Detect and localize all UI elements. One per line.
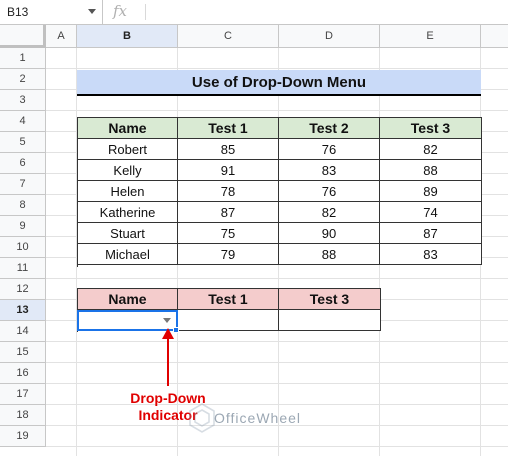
dropdown-arrow-icon[interactable] — [163, 318, 171, 323]
name-box-value: B13 — [7, 5, 29, 19]
row-header[interactable]: 5 — [0, 132, 46, 153]
row-header[interactable]: 9 — [0, 216, 46, 237]
table-cell[interactable]: Robert — [78, 139, 178, 160]
table-cell[interactable]: 88 — [380, 160, 482, 181]
table-cell[interactable]: 76 — [279, 139, 380, 160]
table-cell[interactable]: Michael — [78, 244, 178, 265]
table-cell[interactable]: 90 — [279, 223, 380, 244]
row-header[interactable]: 4 — [0, 111, 46, 132]
table-cell[interactable]: 85 — [178, 139, 279, 160]
formula-input[interactable] — [150, 0, 508, 24]
table-header-test3[interactable]: Test 3 — [380, 118, 482, 139]
table-cell[interactable]: Kelly — [78, 160, 178, 181]
fx-icon: fx — [113, 2, 128, 20]
table-cell[interactable]: Helen — [78, 181, 178, 202]
table-header-test1[interactable]: Test 1 — [178, 289, 279, 310]
table-cell[interactable]: 82 — [380, 139, 482, 160]
formula-divider — [145, 4, 146, 20]
table-cell[interactable]: 88 — [279, 244, 380, 265]
column-header-f[interactable] — [481, 25, 508, 48]
watermark: OfficeWheel — [214, 410, 301, 426]
sheet-title[interactable]: Use of Drop-Down Menu — [77, 70, 481, 96]
row-header-selected[interactable]: 13 — [0, 300, 46, 321]
table-cell[interactable]: 83 — [380, 244, 482, 265]
table-cell[interactable]: 87 — [178, 202, 279, 223]
chevron-down-icon[interactable] — [88, 9, 96, 14]
row-header[interactable]: 18 — [0, 405, 46, 426]
row-header[interactable]: 6 — [0, 153, 46, 174]
column-header-e[interactable]: E — [380, 25, 481, 48]
table-header-name[interactable]: Name — [78, 289, 178, 310]
table-cell[interactable]: 78 — [178, 181, 279, 202]
table-cell[interactable]: Katherine — [78, 202, 178, 223]
table-cell[interactable] — [178, 310, 279, 331]
row-header[interactable]: 11 — [0, 258, 46, 279]
row-header[interactable]: 3 — [0, 90, 46, 111]
row-header[interactable]: 1 — [0, 48, 46, 69]
annotation-arrow — [167, 336, 169, 386]
row-header[interactable]: 2 — [0, 69, 46, 90]
table-header-name[interactable]: Name — [78, 118, 178, 139]
row-header[interactable]: 10 — [0, 237, 46, 258]
formula-bar: B13 fx — [0, 0, 508, 25]
column-header-d[interactable]: D — [279, 25, 380, 48]
table-cell[interactable]: 83 — [279, 160, 380, 181]
select-all-corner[interactable] — [0, 25, 46, 48]
row-header[interactable]: 19 — [0, 426, 46, 447]
row-header[interactable]: 14 — [0, 321, 46, 342]
table-cell[interactable]: 91 — [178, 160, 279, 181]
table-cell[interactable]: 76 — [279, 181, 380, 202]
name-box[interactable]: B13 — [0, 0, 103, 24]
column-header-b[interactable]: B — [77, 25, 178, 48]
column-header-c[interactable]: C — [178, 25, 279, 48]
row-header[interactable]: 15 — [0, 342, 46, 363]
row-header[interactable]: 16 — [0, 363, 46, 384]
table-cell[interactable]: 89 — [380, 181, 482, 202]
table-cell[interactable]: 87 — [380, 223, 482, 244]
table-cell[interactable]: 75 — [178, 223, 279, 244]
table-header-test2[interactable]: Test 2 — [279, 118, 380, 139]
table-cell[interactable]: 79 — [178, 244, 279, 265]
row-header[interactable]: 7 — [0, 174, 46, 195]
row-header[interactable]: 12 — [0, 279, 46, 300]
row-header[interactable]: 8 — [0, 195, 46, 216]
table-header-test1[interactable]: Test 1 — [178, 118, 279, 139]
table-cell[interactable]: Stuart — [78, 223, 178, 244]
table-cell[interactable] — [279, 310, 381, 331]
table-cell[interactable]: 74 — [380, 202, 482, 223]
table-cell[interactable]: 82 — [279, 202, 380, 223]
table-header-test3[interactable]: Test 3 — [279, 289, 381, 310]
column-header-a[interactable]: A — [46, 25, 77, 48]
row-header[interactable]: 17 — [0, 384, 46, 405]
